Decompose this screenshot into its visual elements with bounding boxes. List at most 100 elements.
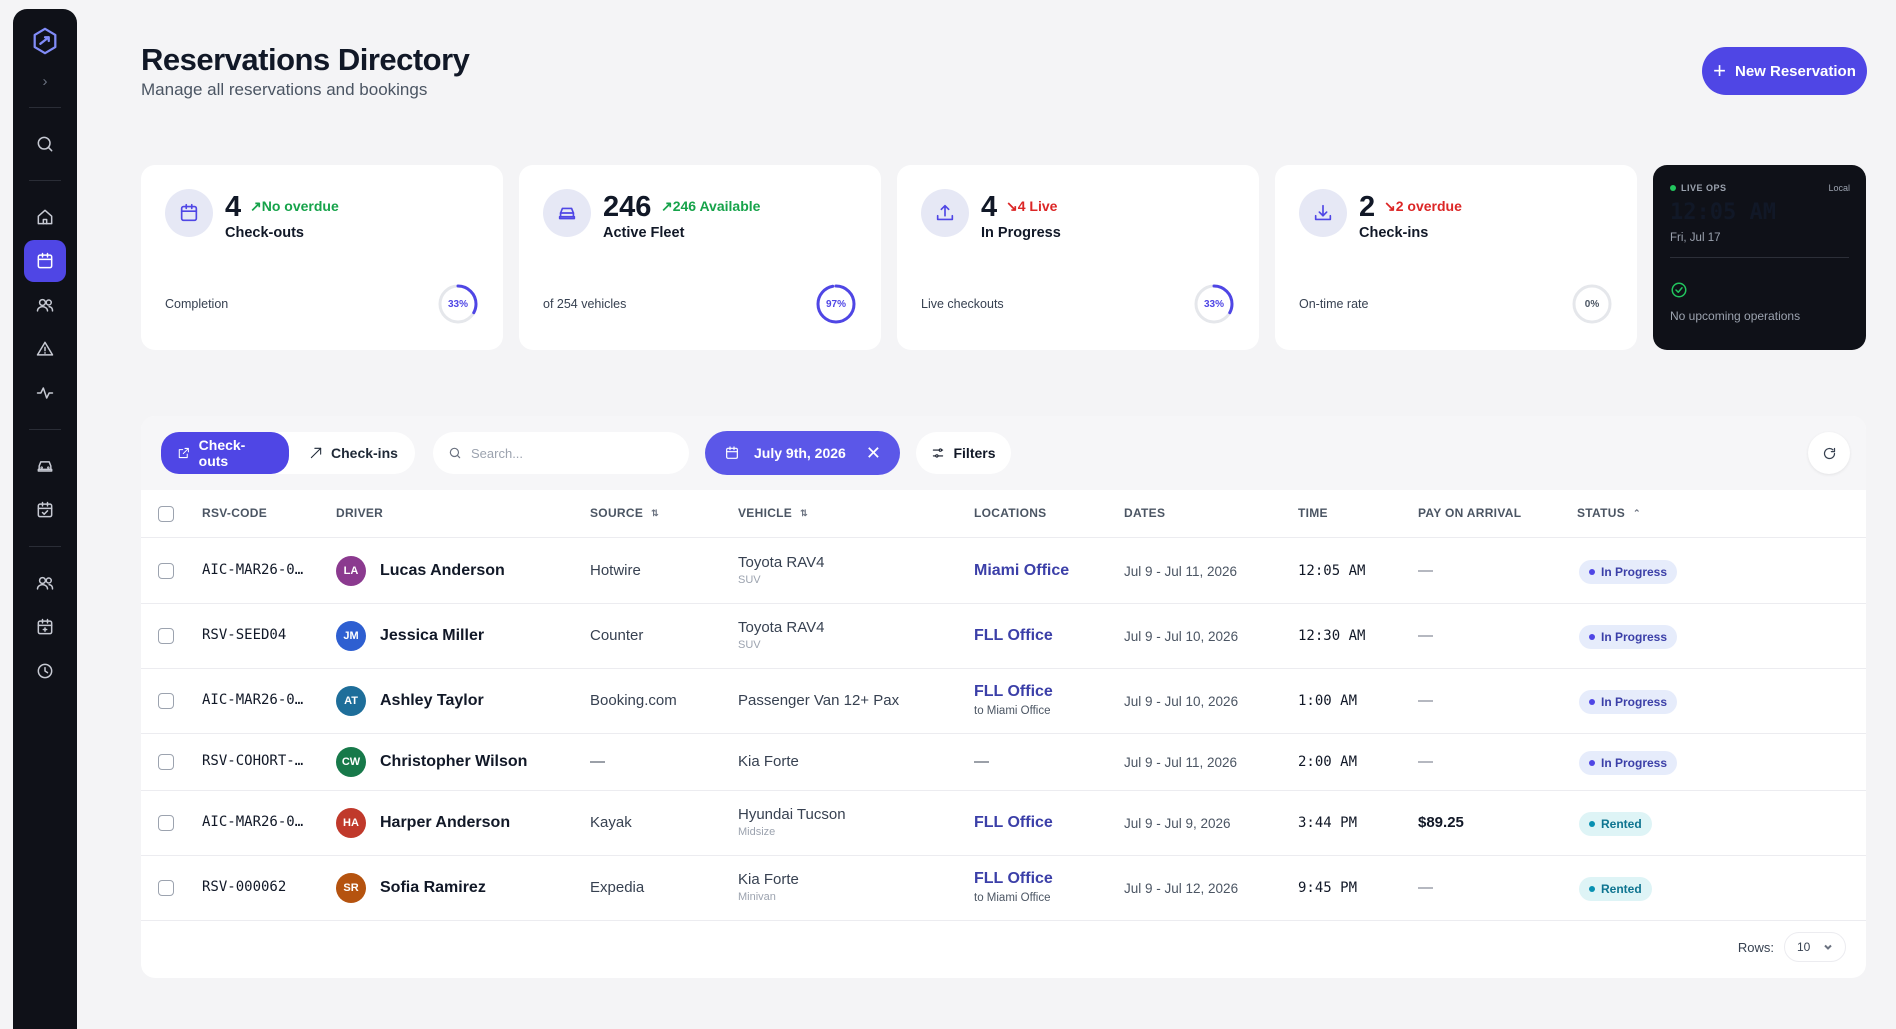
stat-label: Active Fleet	[603, 225, 685, 241]
table-row[interactable]: RSV-COHORT-… CW Christopher Wilson — Kia…	[141, 734, 1866, 791]
tab-checkouts[interactable]: Check-outs	[161, 432, 289, 474]
driver-name[interactable]: Ashley Taylor	[380, 692, 484, 710]
rows-per-page-select[interactable]: 10	[1784, 932, 1846, 962]
calendar-plus-icon[interactable]	[24, 606, 66, 648]
sliders-icon	[933, 448, 944, 458]
new-reservation-label: New Reservation	[1734, 62, 1856, 80]
reservation-code[interactable]: AIC-MAR26-0…	[202, 562, 303, 578]
table-row[interactable]: AIC-MAR26-0… LA Lucas Anderson Hotwire T…	[141, 539, 1866, 604]
tab-checkouts-label: Check-outs	[198, 437, 246, 469]
reservation-code[interactable]: RSV-SEED04	[202, 627, 286, 643]
row-checkbox[interactable]	[158, 563, 174, 579]
row-checkbox[interactable]	[158, 880, 174, 896]
location-link[interactable]: FLL Office	[974, 870, 1053, 888]
driver-name[interactable]: Christopher Wilson	[380, 753, 527, 771]
avatar: HA	[336, 808, 366, 838]
column-header-code[interactable]: RSV-CODE	[202, 506, 267, 520]
column-header-pay[interactable]: PAY ON ARRIVAL	[1418, 506, 1521, 520]
avatar: AT	[336, 686, 366, 716]
search-icon[interactable]	[24, 123, 66, 165]
filters-label: Filters	[953, 445, 996, 461]
location-link[interactable]: FLL Office	[974, 814, 1053, 832]
avatar: LA	[336, 556, 366, 586]
location-link[interactable]: FLL Office	[974, 683, 1053, 701]
users-icon[interactable]	[24, 284, 66, 326]
rows-per-page: Rows: 10	[1738, 932, 1846, 962]
calendar-check-icon[interactable]	[24, 489, 66, 531]
calendar-icon	[165, 189, 213, 237]
rental-dates: Jul 9 - Jul 9, 2026	[1124, 816, 1231, 831]
column-header-time[interactable]: TIME	[1298, 506, 1328, 520]
select-all-checkbox[interactable]	[158, 506, 174, 522]
car-icon[interactable]	[24, 445, 66, 487]
refresh-button[interactable]	[1808, 432, 1850, 474]
location-destination: to Miami Office	[974, 705, 1051, 717]
stat-trend: ↘4 Live	[1006, 198, 1058, 214]
driver-name[interactable]: Lucas Anderson	[380, 562, 505, 580]
app-logo[interactable]	[25, 21, 65, 61]
tab-checkins[interactable]: Check-ins	[293, 435, 414, 471]
date-filter-button[interactable]: July 9th, 2026 ✕	[705, 431, 900, 475]
live-clock: 12:05 AM	[1670, 200, 1776, 225]
pay-on-arrival: —	[1418, 627, 1433, 644]
stat-footer: On-time rate	[1299, 297, 1369, 311]
search-input[interactable]	[471, 445, 661, 461]
reservations-calendar-icon[interactable]	[24, 240, 66, 282]
vehicle: Toyota RAV4	[738, 554, 825, 571]
row-checkbox[interactable]	[158, 628, 174, 644]
car-icon	[543, 189, 591, 237]
status-badge: Rented	[1579, 877, 1652, 901]
reservation-code[interactable]: AIC-MAR26-0…	[202, 814, 303, 830]
activity-icon[interactable]	[24, 372, 66, 414]
driver-name[interactable]: Sofia Ramirez	[380, 879, 486, 897]
column-header-source[interactable]: SOURCE ⇅	[590, 506, 659, 520]
new-reservation-button[interactable]: + New Reservation	[1702, 47, 1867, 95]
close-icon[interactable]: ✕	[866, 443, 881, 464]
table-row[interactable]: AIC-MAR26-0… HA Harper Anderson Kayak Hy…	[141, 791, 1866, 856]
vehicle: Passenger Van 12+ Pax	[738, 692, 900, 709]
source: Kayak	[590, 814, 632, 831]
stat-label: Check-outs	[225, 225, 304, 241]
pickup-time: 9:45 PM	[1298, 880, 1358, 896]
pickup-time: 3:44 PM	[1298, 815, 1358, 831]
driver-name[interactable]: Jessica Miller	[380, 627, 484, 645]
stat-card-checkins: 2 ↘2 overdue Check-ins On-time rate 0%	[1275, 165, 1637, 350]
column-header-dates[interactable]: DATES	[1124, 506, 1165, 520]
location-link[interactable]: Miami Office	[974, 562, 1069, 580]
table-row[interactable]: RSV-SEED04 JM Jessica Miller Counter Toy…	[141, 604, 1866, 669]
column-header-status[interactable]: STATUS ⌃	[1577, 506, 1641, 520]
chevron-right-icon[interactable]: ›	[43, 69, 48, 93]
location-link[interactable]: FLL Office	[974, 627, 1053, 645]
source: Counter	[590, 627, 644, 644]
home-icon[interactable]	[24, 196, 66, 238]
column-header-locations[interactable]: LOCATIONS	[974, 506, 1046, 520]
table-row[interactable]: AIC-MAR26-0… AT Ashley Taylor Booking.co…	[141, 669, 1866, 734]
rental-dates: Jul 9 - Jul 12, 2026	[1124, 881, 1239, 896]
clock-icon[interactable]	[24, 650, 66, 692]
team-icon[interactable]	[24, 562, 66, 604]
column-header-vehicle[interactable]: VEHICLE ⇅	[738, 506, 808, 520]
source: Expedia	[590, 879, 645, 896]
column-header-driver[interactable]: DRIVER	[336, 506, 383, 520]
sort-icon: ⇅	[651, 507, 659, 518]
progress-ring: 0%	[1571, 283, 1613, 325]
pay-on-arrival: —	[1418, 562, 1433, 579]
row-checkbox[interactable]	[158, 754, 174, 770]
driver-name[interactable]: Harper Anderson	[380, 814, 510, 832]
source: —	[590, 753, 605, 770]
table-row[interactable]: RSV-000062 SR Sofia Ramirez Expedia Kia …	[141, 856, 1866, 921]
stat-trend: ↗No overdue	[250, 198, 339, 214]
reservation-code[interactable]: RSV-COHORT-…	[202, 753, 303, 769]
stat-value: 4	[981, 191, 998, 223]
alert-triangle-icon[interactable]	[24, 328, 66, 370]
filters-button[interactable]: Filters	[916, 432, 1011, 474]
row-checkbox[interactable]	[158, 815, 174, 831]
source: Booking.com	[590, 692, 677, 709]
rental-dates: Jul 9 - Jul 10, 2026	[1124, 629, 1239, 644]
vehicle: Kia Forte	[738, 753, 799, 770]
reservation-code[interactable]: RSV-000062	[202, 879, 286, 895]
search-icon	[449, 447, 461, 459]
row-checkbox[interactable]	[158, 693, 174, 709]
reservation-code[interactable]: AIC-MAR26-0…	[202, 692, 303, 708]
page-subtitle: Manage all reservations and bookings	[141, 80, 428, 99]
